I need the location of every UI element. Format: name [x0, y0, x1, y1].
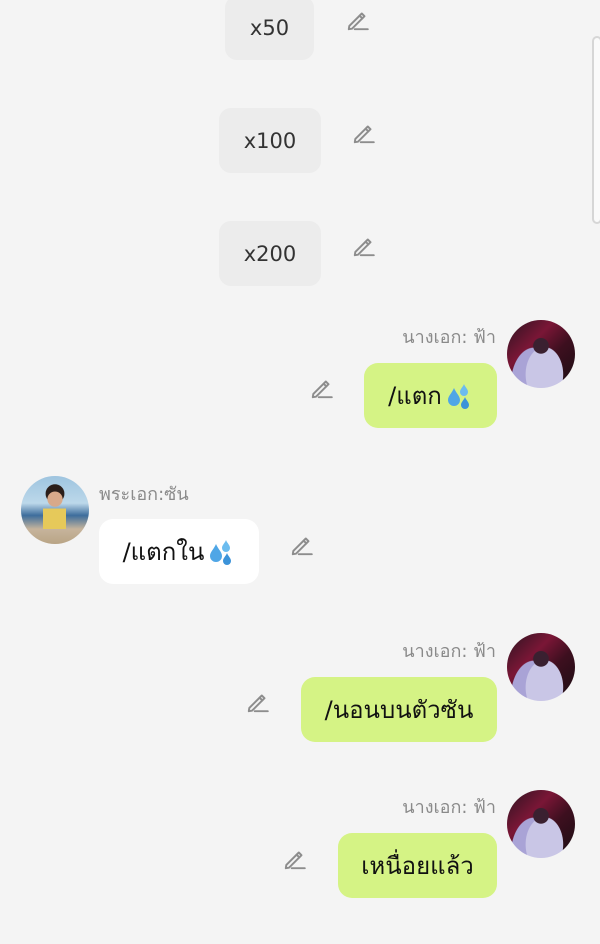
multiplier-x50-button[interactable]: x50 — [225, 0, 314, 60]
edit-pencil-icon[interactable] — [282, 846, 308, 872]
edit-pencil-icon[interactable] — [351, 233, 377, 259]
message-text: /แตกใน — [122, 538, 205, 566]
sweat-droplets-icon — [205, 537, 235, 567]
sender-name: นางเอก: ฟ้า — [402, 641, 496, 662]
message-bubble[interactable]: /แตก — [364, 363, 497, 428]
avatar[interactable] — [507, 320, 575, 388]
edit-pencil-icon[interactable] — [245, 689, 271, 715]
message-text: /แตก — [388, 382, 442, 410]
scrollbar[interactable] — [592, 36, 600, 224]
avatar[interactable] — [507, 790, 575, 858]
message-text: /นอนบนตัวซัน — [324, 696, 474, 724]
edit-pencil-icon[interactable] — [289, 532, 315, 558]
edit-pencil-icon[interactable] — [345, 7, 371, 33]
sender-name: นางเอก: ฟ้า — [402, 797, 496, 818]
message-text: เหนื่อยแล้ว — [361, 852, 474, 880]
message-bubble[interactable]: เหนื่อยแล้ว — [338, 833, 497, 898]
sender-name: พระเอก:ซัน — [99, 484, 189, 505]
multiplier-x100-button[interactable]: x100 — [219, 108, 321, 173]
sender-name: นางเอก: ฟ้า — [402, 327, 496, 348]
avatar[interactable] — [507, 633, 575, 701]
edit-pencil-icon[interactable] — [351, 120, 377, 146]
avatar[interactable] — [21, 476, 89, 544]
message-bubble[interactable]: /นอนบนตัวซัน — [301, 677, 497, 742]
message-bubble[interactable]: /แตกใน — [99, 519, 259, 584]
edit-pencil-icon[interactable] — [309, 375, 335, 401]
multiplier-x200-button[interactable]: x200 — [219, 221, 321, 286]
sweat-droplets-icon — [443, 381, 473, 411]
